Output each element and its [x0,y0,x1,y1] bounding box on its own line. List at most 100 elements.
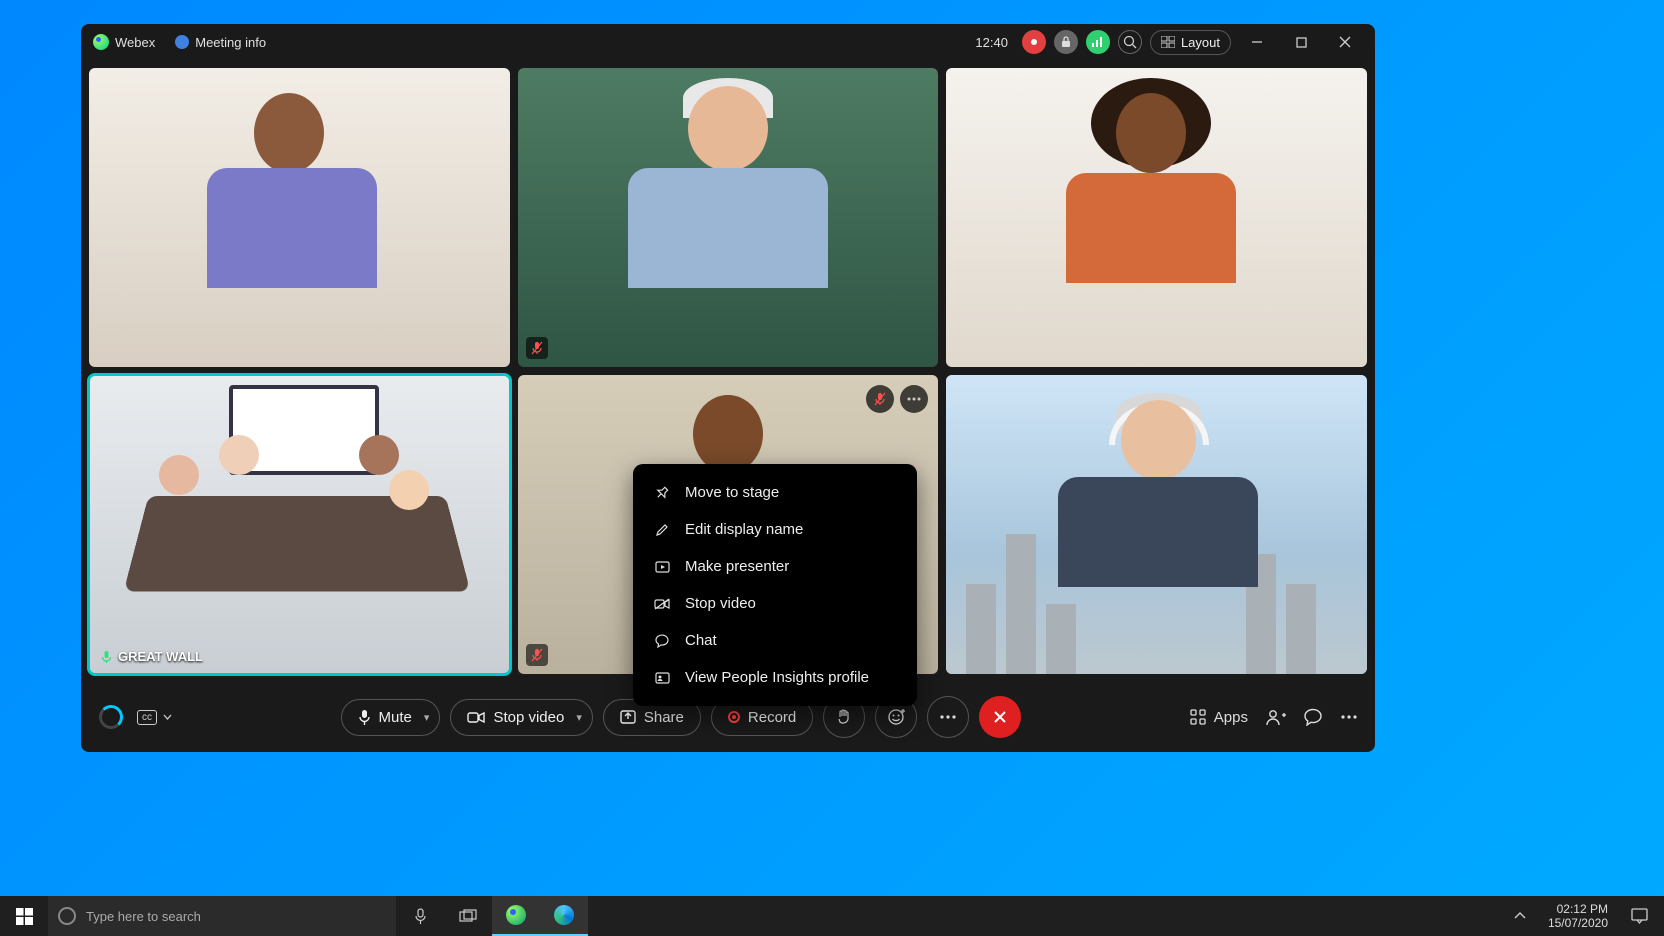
maximize-button[interactable] [1283,28,1319,56]
menu-item-label: View People Insights profile [685,669,869,686]
chat-icon [1304,708,1323,726]
chat-icon [653,634,671,648]
menu-item-label: Move to stage [685,484,779,501]
tray-date: 15/07/2020 [1548,916,1608,930]
pencil-icon [653,523,671,537]
mute-button[interactable]: Mute ▾ [341,699,441,736]
menu-make-presenter[interactable]: Make presenter [633,548,917,585]
tile-more-button[interactable] [900,385,928,413]
webex-logo-icon [506,905,526,925]
video-grid: GREAT WALL [81,60,1375,682]
app-name: Webex [115,35,155,50]
system-tray: 02:12 PM 15/07/2020 [1506,896,1664,936]
apps-label: Apps [1214,709,1248,726]
participant-name: GREAT WALL [118,649,203,664]
minimize-button[interactable] [1239,28,1275,56]
hand-icon [837,708,851,726]
windows-taskbar: Type here to search 02:12 PM 15/07/2020 [0,896,1664,936]
close-button[interactable] [1327,28,1363,56]
meeting-info-button[interactable]: Meeting info [175,35,266,50]
search-placeholder: Type here to search [86,909,201,924]
grid-icon [1161,36,1175,48]
menu-move-to-stage[interactable]: Move to stage [633,474,917,511]
presenter-icon [653,561,671,573]
participants-panel-button[interactable] [1266,709,1286,726]
tray-overflow-button[interactable] [1506,896,1534,936]
assistant-icon[interactable] [99,705,123,729]
participant-tile[interactable] [946,375,1367,674]
zoom-icon[interactable] [1118,30,1142,54]
menu-chat[interactable]: Chat [633,622,917,659]
start-button[interactable] [0,896,48,936]
task-view-icon [459,909,477,923]
stop-video-button[interactable]: Stop video ▾ [450,699,592,736]
more-options-button[interactable] [927,696,969,738]
menu-stop-video[interactable]: Stop video [633,585,917,622]
apps-button[interactable]: Apps [1190,709,1248,726]
cortana-icon [58,907,76,925]
mute-label: Mute [379,709,412,726]
network-quality-icon[interactable] [1086,30,1110,54]
participant-tile[interactable] [946,68,1367,367]
participant-tile[interactable] [89,68,510,367]
muted-icon [526,337,548,359]
layout-button[interactable]: Layout [1150,30,1231,55]
meeting-info-label: Meeting info [195,35,266,50]
tray-clock[interactable]: 02:12 PM 15/07/2020 [1540,902,1616,931]
people-icon [1266,709,1286,726]
notifications-button[interactable] [1622,896,1656,936]
participant-tile[interactable] [518,68,939,367]
record-label: Record [748,709,796,726]
menu-item-label: Edit display name [685,521,803,538]
menu-view-profile[interactable]: View People Insights profile [633,659,917,696]
task-view-button[interactable] [444,896,492,936]
participant-name-badge: GREAT WALL [101,649,203,664]
cc-icon: cc [137,710,157,725]
end-call-button[interactable] [979,696,1021,738]
notifications-icon [1631,908,1648,924]
ellipsis-icon [940,715,956,719]
edge-icon [554,905,574,925]
menu-item-label: Chat [685,632,717,649]
chevron-up-icon [1514,912,1526,920]
taskbar-search[interactable]: Type here to search [48,896,396,936]
close-icon [992,709,1008,725]
participant-tile-self[interactable]: GREAT WALL [89,375,510,674]
captions-button[interactable]: cc [137,710,172,725]
chevron-down-icon [163,714,172,720]
menu-edit-display-name[interactable]: Edit display name [633,511,917,548]
participant-context-menu: Move to stage Edit display name Make pre… [633,464,917,706]
taskbar-app-edge[interactable] [540,896,588,936]
mic-active-icon [101,650,112,664]
taskbar-mic-button[interactable] [396,896,444,936]
webex-logo-icon [93,34,109,50]
layout-label: Layout [1181,35,1220,50]
tray-time: 02:12 PM [1548,902,1608,916]
mic-icon [358,709,371,726]
panel-more-button[interactable] [1341,715,1357,719]
ellipsis-icon [1341,715,1357,719]
chat-panel-button[interactable] [1304,708,1323,726]
stop-video-label: Stop video [493,709,564,726]
menu-item-label: Stop video [685,595,756,612]
app-brand[interactable]: Webex [93,34,155,50]
globe-icon [175,35,189,49]
video-icon [467,711,485,724]
taskbar-app-webex[interactable] [492,896,540,936]
profile-icon [653,672,671,684]
apps-icon [1190,709,1206,725]
menu-item-label: Make presenter [685,558,789,575]
muted-icon [526,644,548,666]
lock-icon[interactable] [1054,30,1078,54]
mic-icon [414,908,427,925]
meeting-clock: 12:40 [975,35,1008,50]
share-label: Share [644,709,684,726]
record-icon [728,711,740,723]
webex-window: Webex Meeting info 12:40 Layou [81,24,1375,752]
titlebar: Webex Meeting info 12:40 Layou [81,24,1375,60]
recording-indicator-icon[interactable] [1022,30,1046,54]
pin-icon [653,486,671,500]
tile-mute-button[interactable] [866,385,894,413]
share-icon [620,710,636,724]
chevron-down-icon: ▾ [576,711,582,724]
